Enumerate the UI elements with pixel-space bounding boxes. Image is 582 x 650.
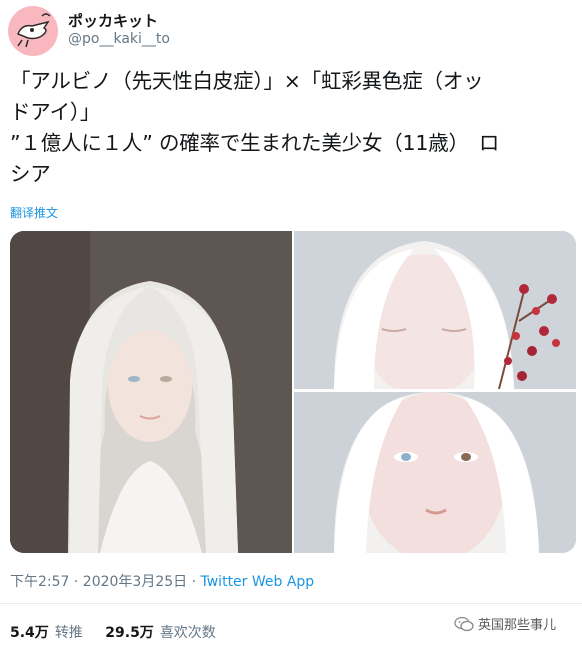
retweets-count: 5.4万 (10, 625, 49, 641)
translate-link[interactable]: 翻译推文 (10, 204, 58, 221)
retweets-label: 转推 (54, 625, 83, 641)
timestamp[interactable]: 下午2:57 · 2020年3月25日 · (10, 574, 201, 590)
photo-grid (10, 231, 576, 553)
retweets-stat[interactable]: 5.4万 转推 (10, 622, 83, 642)
photo-top-right[interactable] (294, 231, 576, 389)
watermark-text: 英国那些事儿 (478, 618, 557, 633)
tweet-line: シア (10, 162, 51, 186)
display-name[interactable]: ポッカキット (68, 10, 158, 31)
likes-count: 29.5万 (105, 625, 154, 641)
eyes-closeup-portrait (294, 392, 576, 553)
closed-eyes-portrait (294, 231, 576, 389)
avatar[interactable] (8, 6, 58, 56)
wechat-icon (454, 616, 474, 632)
wechat-watermark: 英国那些事儿 (454, 614, 556, 633)
divider (0, 603, 582, 604)
tweet-line: ”１億人に１人” の確率で生まれた美少女（11歳） ロ (10, 131, 500, 155)
tweet-line: 「アルビノ（先天性白皮症）」×「虹彩異色症（オッ (10, 69, 484, 93)
likes-stat[interactable]: 29.5万 喜欢次数 (105, 622, 216, 642)
photo-bottom-right[interactable] (294, 392, 576, 553)
source-app-link[interactable]: Twitter Web App (201, 574, 315, 590)
tweet-line: ドアイ）」 (10, 100, 101, 124)
tweet-text: 「アルビノ（先天性白皮症）」×「虹彩異色症（オッ ドアイ）」 ”１億人に１人” … (10, 66, 575, 190)
tweet-stats: 5.4万 转推 29.5万 喜欢次数 (10, 622, 234, 642)
likes-label: 喜欢次数 (159, 625, 216, 641)
tweet-header: ポッカキット @po__kaki__to (8, 6, 568, 58)
tweet-meta: 下午2:57 · 2020年3月25日 · Twitter Web App (10, 571, 314, 591)
user-handle[interactable]: @po__kaki__to (68, 31, 170, 47)
photo-left[interactable] (10, 231, 292, 553)
bird-logo-icon (17, 13, 51, 48)
portrait-illustration (10, 231, 292, 553)
